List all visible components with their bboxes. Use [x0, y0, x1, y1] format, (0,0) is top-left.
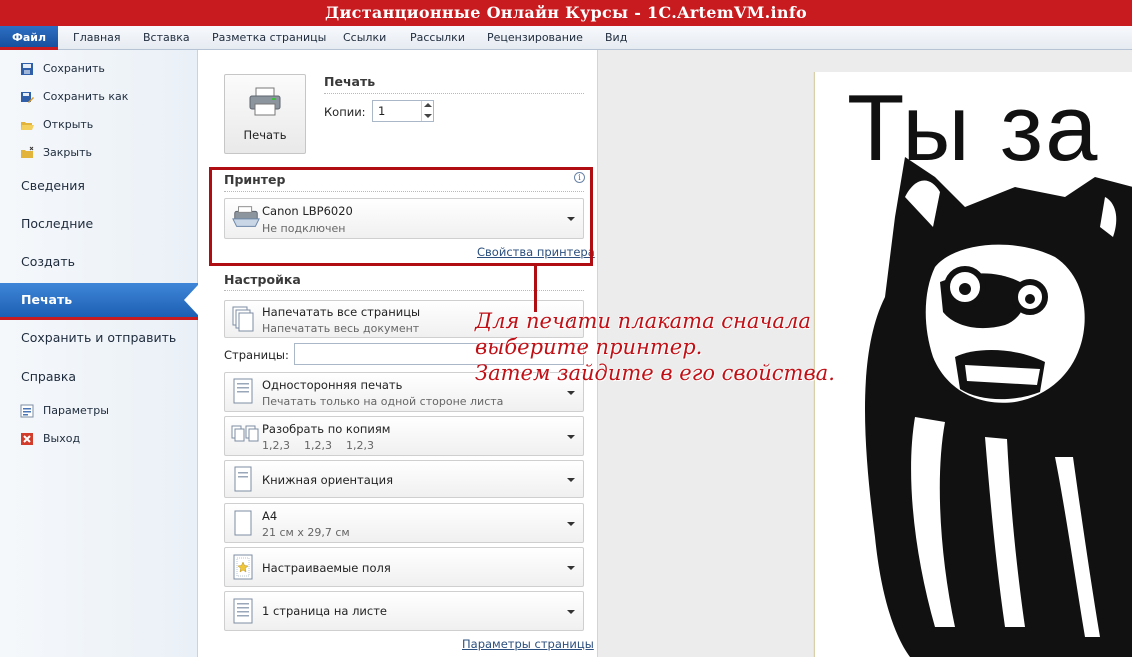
annotation-text: Для печати плаката сначала выберите прин… — [475, 308, 835, 386]
tab-view[interactable]: Вид — [605, 26, 627, 50]
tab-review[interactable]: Рецензирование — [487, 26, 583, 50]
divider — [324, 93, 584, 94]
duplex-subtitle: Печатать только на одной стороне листа — [262, 395, 504, 408]
pages-label: Страницы: — [224, 348, 289, 362]
window-title: Дистанционные Онлайн Курсы - 1C.ArtemVM.… — [0, 0, 1132, 26]
paper-size-dropdown[interactable]: А4 21 см x 29,7 см — [224, 503, 584, 543]
menu-options[interactable]: Параметры — [0, 400, 198, 422]
chevron-down-icon — [567, 566, 575, 570]
chevron-down-icon — [567, 478, 575, 482]
menu-open[interactable]: Открыть — [0, 114, 198, 136]
annotation-line-2: выберите принтер. — [475, 335, 703, 359]
menu-save-label: Сохранить — [43, 62, 105, 75]
spin-up-icon[interactable] — [421, 101, 433, 111]
divider — [224, 290, 584, 291]
preview-page: Ты за — [815, 72, 1132, 657]
menu-new[interactable]: Создать — [0, 246, 198, 278]
menu-print[interactable]: Печать — [0, 283, 198, 320]
chevron-down-icon — [567, 435, 575, 439]
pages-per-sheet-icon — [233, 598, 253, 624]
chevron-down-icon — [567, 391, 575, 395]
menu-print-label: Печать — [21, 292, 73, 307]
orientation-dropdown[interactable]: Книжная ориентация — [224, 460, 584, 498]
annotation-connector — [534, 266, 537, 312]
paper-size-subtitle: 21 см x 29,7 см — [262, 526, 350, 539]
pages-stack-icon — [232, 306, 254, 332]
copies-value: 1 — [378, 104, 386, 118]
spin-down-icon[interactable] — [421, 111, 433, 121]
tab-insert[interactable]: Вставка — [143, 26, 190, 50]
chevron-down-icon — [567, 610, 575, 614]
printer-icon — [249, 87, 281, 116]
printer-highlight-frame — [209, 167, 593, 266]
menu-save[interactable]: Сохранить — [0, 58, 198, 80]
floppy-disk-icon — [21, 63, 33, 75]
menu-exit-label: Выход — [43, 432, 81, 445]
save-as-icon — [21, 92, 34, 103]
copies-label: Копии: — [324, 105, 366, 119]
tab-page-layout[interactable]: Разметка страницы — [212, 26, 326, 50]
annotation-line-3: Затем зайдите в его свойства. — [475, 361, 835, 385]
open-folder-icon — [21, 122, 34, 130]
copies-stepper[interactable]: 1 — [372, 100, 434, 122]
active-pointer-icon — [184, 285, 198, 315]
collate-subtitle: 1,2,3 1,2,3 1,2,3 — [262, 439, 374, 452]
options-icon — [20, 404, 34, 418]
print-button-label: Печать — [243, 128, 287, 142]
menu-info[interactable]: Сведения — [0, 170, 198, 202]
print-range-subtitle: Напечатать весь документ — [262, 322, 420, 335]
tab-mailings[interactable]: Рассылки — [410, 26, 465, 50]
tab-references[interactable]: Ссылки — [343, 26, 386, 50]
one-sided-page-icon — [233, 378, 253, 404]
settings-section-title: Настройка — [224, 272, 301, 287]
tab-home[interactable]: Главная — [73, 26, 121, 50]
page-setup-link[interactable]: Параметры страницы — [462, 637, 594, 651]
menu-open-label: Открыть — [43, 118, 94, 131]
ribbon-tabs: Файл Главная Вставка Разметка страницы С… — [0, 26, 1132, 50]
cat-illustration — [865, 157, 1132, 657]
menu-options-label: Параметры — [43, 404, 109, 417]
menu-close[interactable]: Закрыть — [0, 142, 198, 164]
portrait-page-icon — [234, 466, 252, 492]
pages-per-sheet-dropdown[interactable]: 1 страница на листе — [224, 591, 584, 631]
menu-help[interactable]: Справка — [0, 361, 198, 393]
close-folder-icon — [21, 146, 34, 158]
backstage-menu: Сохранить Сохранить как Открыть Закрыть … — [0, 50, 198, 657]
menu-save-as-label: Сохранить как — [43, 90, 129, 103]
paper-size-title: А4 — [262, 509, 278, 523]
collate-icon — [231, 425, 259, 442]
menu-save-as[interactable]: Сохранить как — [0, 86, 198, 108]
menu-recent[interactable]: Последние — [0, 208, 198, 240]
menu-close-label: Закрыть — [43, 146, 92, 159]
custom-margins-icon — [233, 554, 253, 580]
paper-size-icon — [234, 510, 252, 536]
exit-icon — [21, 433, 33, 445]
chevron-down-icon — [567, 522, 575, 526]
print-button[interactable]: Печать — [224, 74, 306, 154]
margins-title: Настраиваемые поля — [262, 561, 391, 575]
orientation-title: Книжная ориентация — [262, 473, 394, 487]
menu-exit[interactable]: Выход — [0, 428, 198, 450]
collate-title: Разобрать по копиям — [262, 422, 391, 436]
menu-save-and-send[interactable]: Сохранить и отправить — [0, 322, 198, 354]
duplex-title: Односторонняя печать — [262, 378, 403, 392]
collate-dropdown[interactable]: Разобрать по копиям 1,2,3 1,2,3 1,2,3 — [224, 416, 584, 456]
tab-file[interactable]: Файл — [0, 26, 58, 50]
print-range-title: Напечатать все страницы — [262, 305, 421, 319]
margins-dropdown[interactable]: Настраиваемые поля — [224, 547, 584, 587]
pages-per-sheet-title: 1 страница на листе — [262, 604, 388, 618]
annotation-line-1: Для печати плаката сначала — [475, 309, 811, 333]
print-section-title: Печать — [324, 74, 376, 89]
